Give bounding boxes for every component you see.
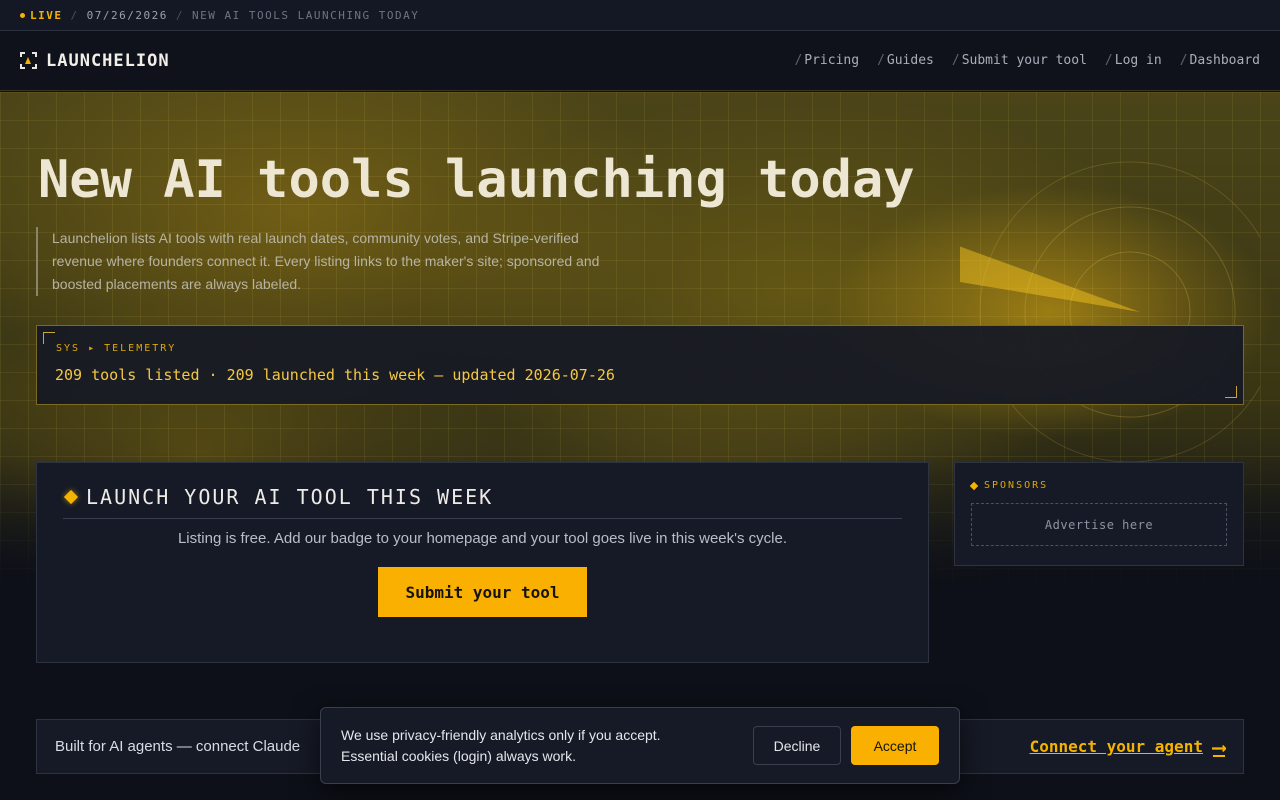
nav-link-dashboard[interactable]: / Dashboard	[1180, 53, 1260, 68]
corner-bracket	[1225, 386, 1237, 398]
brand-name: LAUNCHELION	[46, 50, 170, 71]
corner-bracket	[43, 332, 55, 344]
launch-card-title: LAUNCH YOUR AI TOOL THIS WEEK	[86, 485, 494, 509]
cookie-message-line: We use privacy-friendly analytics only i…	[341, 726, 661, 743]
launch-card-text: Listing is free. Add our badge to your h…	[177, 530, 788, 547]
ticker-separator: /	[175, 8, 184, 22]
cookie-message-line: Essential cookies (login) always work.	[341, 747, 576, 764]
ticker-separator: /	[70, 8, 79, 22]
nav-link-submit-tool[interactable]: / Submit your tool	[952, 53, 1087, 68]
telemetry-stats: 209 tools listed · 209 launched this wee…	[55, 366, 615, 384]
launch-card: LAUNCH YOUR AI TOOL THIS WEEK Listing is…	[36, 462, 929, 663]
nav-link-login[interactable]: / Log in	[1105, 53, 1162, 68]
top-nav: LAUNCHELION / Pricing / Guides / Submit you…	[0, 31, 1280, 91]
telemetry-label: SYS ▸ TELEMETRY	[56, 343, 177, 354]
connect-agent-label: Connect your agent	[1029, 737, 1203, 756]
ticker-date: 07/26/2026	[86, 8, 168, 22]
advertise-here-slot[interactable]: Advertise here	[971, 503, 1227, 546]
telemetry-panel: SYS ▸ TELEMETRY 209 tools listed · 209 l…	[36, 325, 1244, 405]
nav-link-pricing[interactable]: / Pricing	[794, 53, 859, 68]
cookie-message: We use privacy-friendly analytics only i…	[341, 725, 661, 767]
nav-links: / Pricing / Guides / Submit your tool / Log …	[794, 53, 1260, 68]
brand-logo[interactable]: LAUNCHELION	[20, 51, 170, 71]
live-dot-icon	[20, 12, 25, 18]
hero-description: Launchelion lists AI tools with real lau…	[36, 227, 616, 296]
diamond-icon	[63, 489, 79, 505]
diamond-icon	[969, 481, 979, 490]
page-title: New AI tools launching today	[38, 150, 915, 210]
sponsors-panel: SPONSORS Advertise here	[954, 462, 1244, 566]
decline-cookies-button[interactable]: Decline	[753, 726, 841, 765]
accept-cookies-button[interactable]: Accept	[851, 726, 939, 765]
nav-link-guides[interactable]: / Guides	[877, 53, 934, 68]
launchelion-logo-icon	[20, 52, 37, 69]
launch-card-header: LAUNCH YOUR AI TOOL THIS WEEK	[63, 485, 902, 519]
ticker-headline: NEW AI TOOLS LAUNCHING TODAY	[191, 8, 420, 22]
connect-agent-link[interactable]: Connect your agent ⟶	[1030, 735, 1225, 759]
cookie-actions: Decline Accept	[753, 726, 939, 765]
cookie-banner: We use privacy-friendly analytics only i…	[320, 707, 960, 784]
sponsors-label: SPONSORS	[984, 480, 1049, 491]
arrow-right-icon: ⟶	[1212, 734, 1225, 759]
sponsors-header: SPONSORS	[969, 480, 1227, 491]
live-ticker: LIVE / 07/26/2026 / NEW AI TOOLS LAUNCHI…	[0, 0, 1280, 31]
submit-tool-button[interactable]: Submit your tool	[378, 567, 587, 617]
radar-graphic	[960, 161, 1260, 463]
live-label: LIVE	[30, 8, 63, 22]
agents-text: Built for AI agents — connect Claude	[55, 738, 301, 755]
